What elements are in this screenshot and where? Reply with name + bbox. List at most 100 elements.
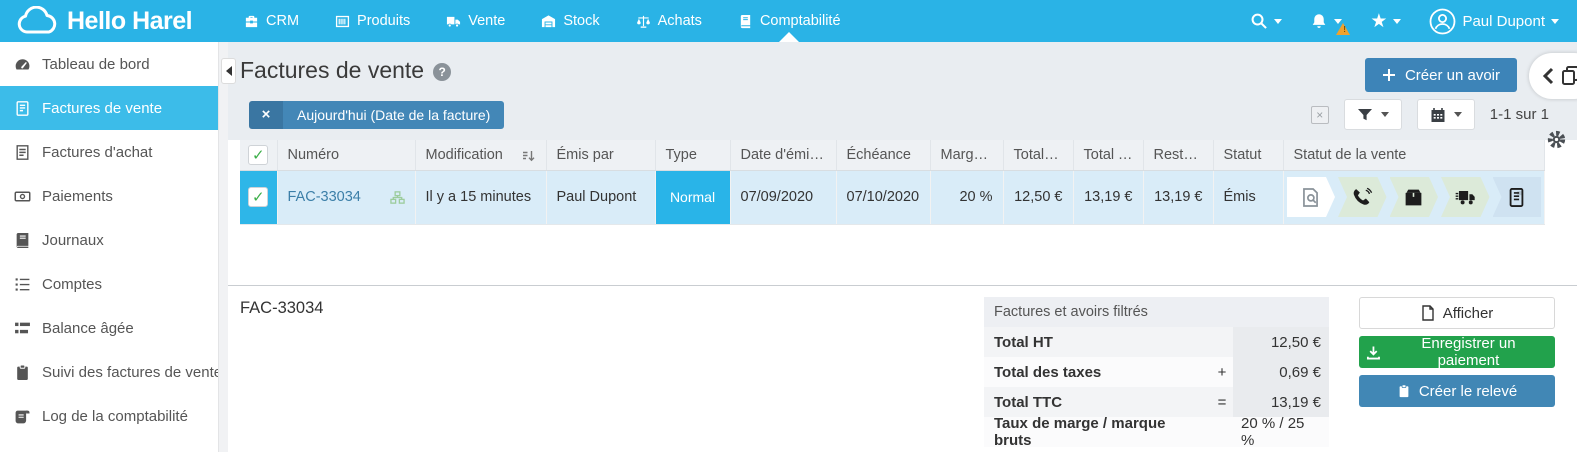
col-emis-par[interactable]: Émis par xyxy=(546,140,655,170)
nav-label: CRM xyxy=(266,13,299,29)
view-button[interactable]: Afficher xyxy=(1359,297,1555,329)
global-search-button[interactable] xyxy=(1250,12,1282,30)
cell-modification: Il y a 15 minutes xyxy=(415,170,546,224)
caret-down-icon xyxy=(1274,19,1282,28)
summary-operator xyxy=(1211,327,1233,357)
export-icon[interactable]: × xyxy=(1311,106,1329,124)
remove-filter-icon[interactable]: × xyxy=(249,101,283,129)
scroll-icon xyxy=(14,408,31,425)
sidebar-item-log-comptabilite[interactable]: Log de la comptabilité xyxy=(0,394,228,438)
date-filter-button[interactable] xyxy=(1417,99,1475,130)
type-badge: Normal xyxy=(656,171,730,224)
caret-down-icon xyxy=(1454,112,1462,121)
create-statement-button[interactable]: Créer le relevé xyxy=(1359,375,1555,407)
sidebar-item-label: Factures de vente xyxy=(42,100,162,117)
nav-label: Stock xyxy=(563,13,599,29)
cell-restant: 13,19 € xyxy=(1143,170,1213,224)
user-menu[interactable]: Paul Dupont xyxy=(1429,8,1559,35)
col-total-ttc[interactable]: Total TTC xyxy=(1073,140,1143,170)
related-records-icon[interactable] xyxy=(390,190,405,205)
register-payment-button[interactable]: Enregistrer un paiement xyxy=(1359,336,1555,368)
table-header-row: ✓ Numéro Modification Émis par Type Date… xyxy=(240,140,1545,170)
invoice-alt-icon xyxy=(14,144,31,161)
row-checkbox[interactable]: ✓ xyxy=(248,187,268,207)
star-icon: ★ xyxy=(1370,12,1387,31)
col-statut[interactable]: Statut xyxy=(1213,140,1283,170)
list-icon xyxy=(14,276,31,293)
help-icon[interactable]: ? xyxy=(433,63,451,81)
col-marge[interactable]: Marge … xyxy=(930,140,1003,170)
col-echeance[interactable]: Échéance xyxy=(836,140,930,170)
sidebar-collapse-button[interactable] xyxy=(221,58,236,84)
nav-achats[interactable]: Achats xyxy=(636,0,702,42)
nav-comptabilite[interactable]: Comptabilité xyxy=(738,0,841,42)
col-modification-label: Modification xyxy=(426,147,503,163)
select-all-checkbox[interactable]: ✓ xyxy=(248,145,268,165)
stage-invoiced[interactable] xyxy=(1493,177,1542,217)
user-avatar-icon xyxy=(1429,8,1456,35)
view-button-label: Afficher xyxy=(1443,305,1494,322)
table-settings-gear-icon[interactable] xyxy=(1547,130,1566,149)
list-toolbar: × 1-1 sur 1 xyxy=(1311,99,1577,130)
nav-label: Produits xyxy=(357,13,410,29)
sidebar-item-label: Log de la comptabilité xyxy=(42,408,188,425)
sidebar-item-journaux[interactable]: Journaux xyxy=(0,218,228,262)
col-total-ht[interactable]: Total HT xyxy=(1003,140,1073,170)
sidebar-item-factures-achat[interactable]: Factures d'achat xyxy=(0,130,228,174)
filter-chip-today[interactable]: × Aujourd'hui (Date de la facture) xyxy=(249,101,504,129)
topbar: Hello Harel CRM Produits Vente Stock Ach… xyxy=(0,0,1577,42)
cell-emis-par: Paul Dupont xyxy=(546,170,655,224)
summary-row-total-ttc: Total TTC = 13,19 € xyxy=(984,387,1329,417)
record-name: FAC-33034 xyxy=(240,297,984,452)
sidebar-item-paiements[interactable]: Paiements xyxy=(0,174,228,218)
stage-quotation[interactable] xyxy=(1287,177,1336,217)
sidebar-scrollbar[interactable] xyxy=(218,42,228,452)
cloud-logo-icon xyxy=(16,6,58,36)
sidebar-item-tableau-de-bord[interactable]: Tableau de bord xyxy=(0,42,228,86)
notifications-button[interactable]: ! xyxy=(1310,12,1342,31)
statement-button-label: Créer le relevé xyxy=(1419,383,1517,400)
scales-icon xyxy=(636,14,651,29)
invoice-link[interactable]: FAC-33034 xyxy=(288,189,361,205)
stage-confirmed[interactable] xyxy=(1338,177,1387,217)
sale-status-stages xyxy=(1287,177,1542,217)
col-modification[interactable]: Modification xyxy=(415,140,546,170)
download-icon xyxy=(1366,345,1381,360)
cell-date-emission: 07/09/2020 xyxy=(730,170,836,224)
pagination-label: 1-1 sur 1 xyxy=(1490,106,1549,123)
tasks-icon xyxy=(14,320,31,337)
caret-down-icon xyxy=(1381,112,1389,121)
stage-packed[interactable] xyxy=(1390,177,1439,217)
create-credit-note-button[interactable]: Créer un avoir xyxy=(1365,58,1517,92)
filter-menu-button[interactable] xyxy=(1344,99,1402,130)
sidebar-item-factures-de-vente[interactable]: Factures de vente xyxy=(0,86,228,130)
nav-label: Achats xyxy=(658,13,702,29)
col-numero[interactable]: Numéro xyxy=(277,140,415,170)
filter-chip-label: Aujourd'hui (Date de la facture) xyxy=(283,101,504,129)
sidebar-item-balance-agee[interactable]: Balance âgée xyxy=(0,306,228,350)
sidebar-item-suivi-factures[interactable]: Suivi des factures de vente xyxy=(0,350,228,394)
nav-crm[interactable]: CRM xyxy=(244,0,299,42)
table-row[interactable]: ✓ FAC-33034 Il y a 15 minutes Paul Dupon… xyxy=(240,170,1545,224)
clipboard-icon xyxy=(1397,383,1411,399)
favorites-button[interactable]: ★ xyxy=(1370,12,1401,31)
col-restant[interactable]: Restant xyxy=(1143,140,1213,170)
app-logo[interactable]: Hello Harel xyxy=(0,6,228,36)
invoice-table: ✓ Numéro Modification Émis par Type Date… xyxy=(240,140,1545,225)
summary-operator: = xyxy=(1211,387,1233,417)
filter-bar: × Aujourd'hui (Date de la facture) × 1-1… xyxy=(240,99,1577,130)
col-type[interactable]: Type xyxy=(655,140,730,170)
summary-operator: + xyxy=(1211,357,1233,387)
sidebar-item-comptes[interactable]: Comptes xyxy=(0,262,228,306)
attachments-panel-handle[interactable] xyxy=(1529,53,1577,99)
summary-title: Factures et avoirs filtrés xyxy=(984,297,1329,327)
nav-stock[interactable]: Stock xyxy=(541,0,599,42)
col-date-emission[interactable]: Date d'émis… xyxy=(730,140,836,170)
caret-down-icon xyxy=(1393,19,1401,28)
sort-desc-icon xyxy=(522,149,536,163)
stage-shipped[interactable] xyxy=(1441,177,1490,217)
nav-produits[interactable]: Produits xyxy=(335,0,410,42)
summary-value: 13,19 € xyxy=(1233,387,1329,417)
nav-vente[interactable]: Vente xyxy=(446,0,505,42)
col-statut-vente[interactable]: Statut de la vente xyxy=(1283,140,1545,170)
